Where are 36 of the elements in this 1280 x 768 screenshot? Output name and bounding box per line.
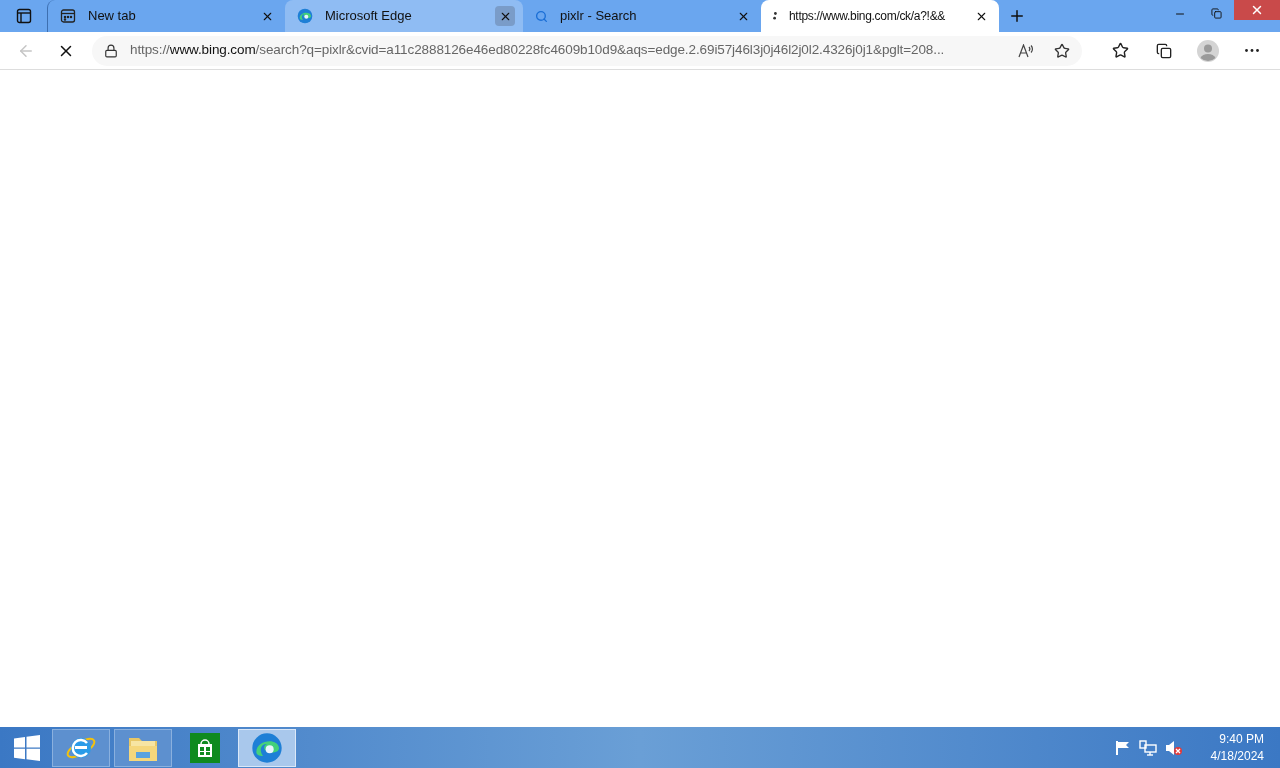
restore-icon <box>1210 8 1222 19</box>
favorites-icon <box>1111 42 1129 59</box>
search-icon <box>535 9 548 23</box>
new-tab-page-icon <box>60 8 76 24</box>
tab-title: New tab <box>88 7 137 26</box>
clock-date: 4/18/2024 <box>1210 747 1264 765</box>
more-icon <box>1245 49 1259 52</box>
loading-spinner-icon <box>773 12 777 20</box>
star-icon <box>1054 42 1070 59</box>
close-icon <box>1250 3 1264 17</box>
edge-logo-icon <box>297 8 313 24</box>
tab-actions-icon <box>16 8 32 24</box>
lock-icon <box>104 43 118 58</box>
tab-title: pixlr - Search <box>560 7 638 26</box>
flag-icon <box>1114 739 1131 756</box>
avatar-icon <box>1197 39 1219 62</box>
tab-title: https://www.bing.com/ck/a?!&& <box>789 8 947 25</box>
tab-title: Microsoft Edge <box>325 7 413 26</box>
plus-icon <box>1008 7 1026 25</box>
taskbar-app-button[interactable] <box>114 728 172 767</box>
browser-tab[interactable]: pixlr - Search <box>523 0 761 32</box>
close-window-button[interactable] <box>1234 0 1280 20</box>
read-aloud-icon[interactable] <box>1018 43 1034 58</box>
close-tab-button[interactable] <box>495 6 515 26</box>
collections-icon <box>1156 42 1172 59</box>
clock-time: 9:40 PM <box>1219 730 1264 748</box>
browser-tab[interactable]: https://www.bing.com/ck/a?!&& <box>761 0 999 32</box>
muted-speaker-icon <box>1164 739 1183 756</box>
windows-logo-icon <box>14 734 40 761</box>
taskbar-app-button[interactable] <box>52 728 110 767</box>
store-bag-icon <box>190 732 220 763</box>
address-bar[interactable]: https://www.bing.com/search?q=pixlr&cvid=a11c2888126e46ed80228fc4609b10d9&aqs=edge.2.69i57j46l3j0j46l2j0l2.4326j0j1&pglt=208... <box>92 35 1082 66</box>
edge-logo-icon <box>251 731 283 764</box>
browser-tab[interactable]: Microsoft Edge <box>285 0 523 32</box>
url-text: https://www.bing.com/search?q=pixlr&cvid=a11c2888126e46ed80228fc4609b10d9&aqs=edge.2.69i57j46l3j0j46l2j0l2.4326j0j1&pglt=208... <box>130 41 946 60</box>
network-icon <box>1138 739 1157 756</box>
